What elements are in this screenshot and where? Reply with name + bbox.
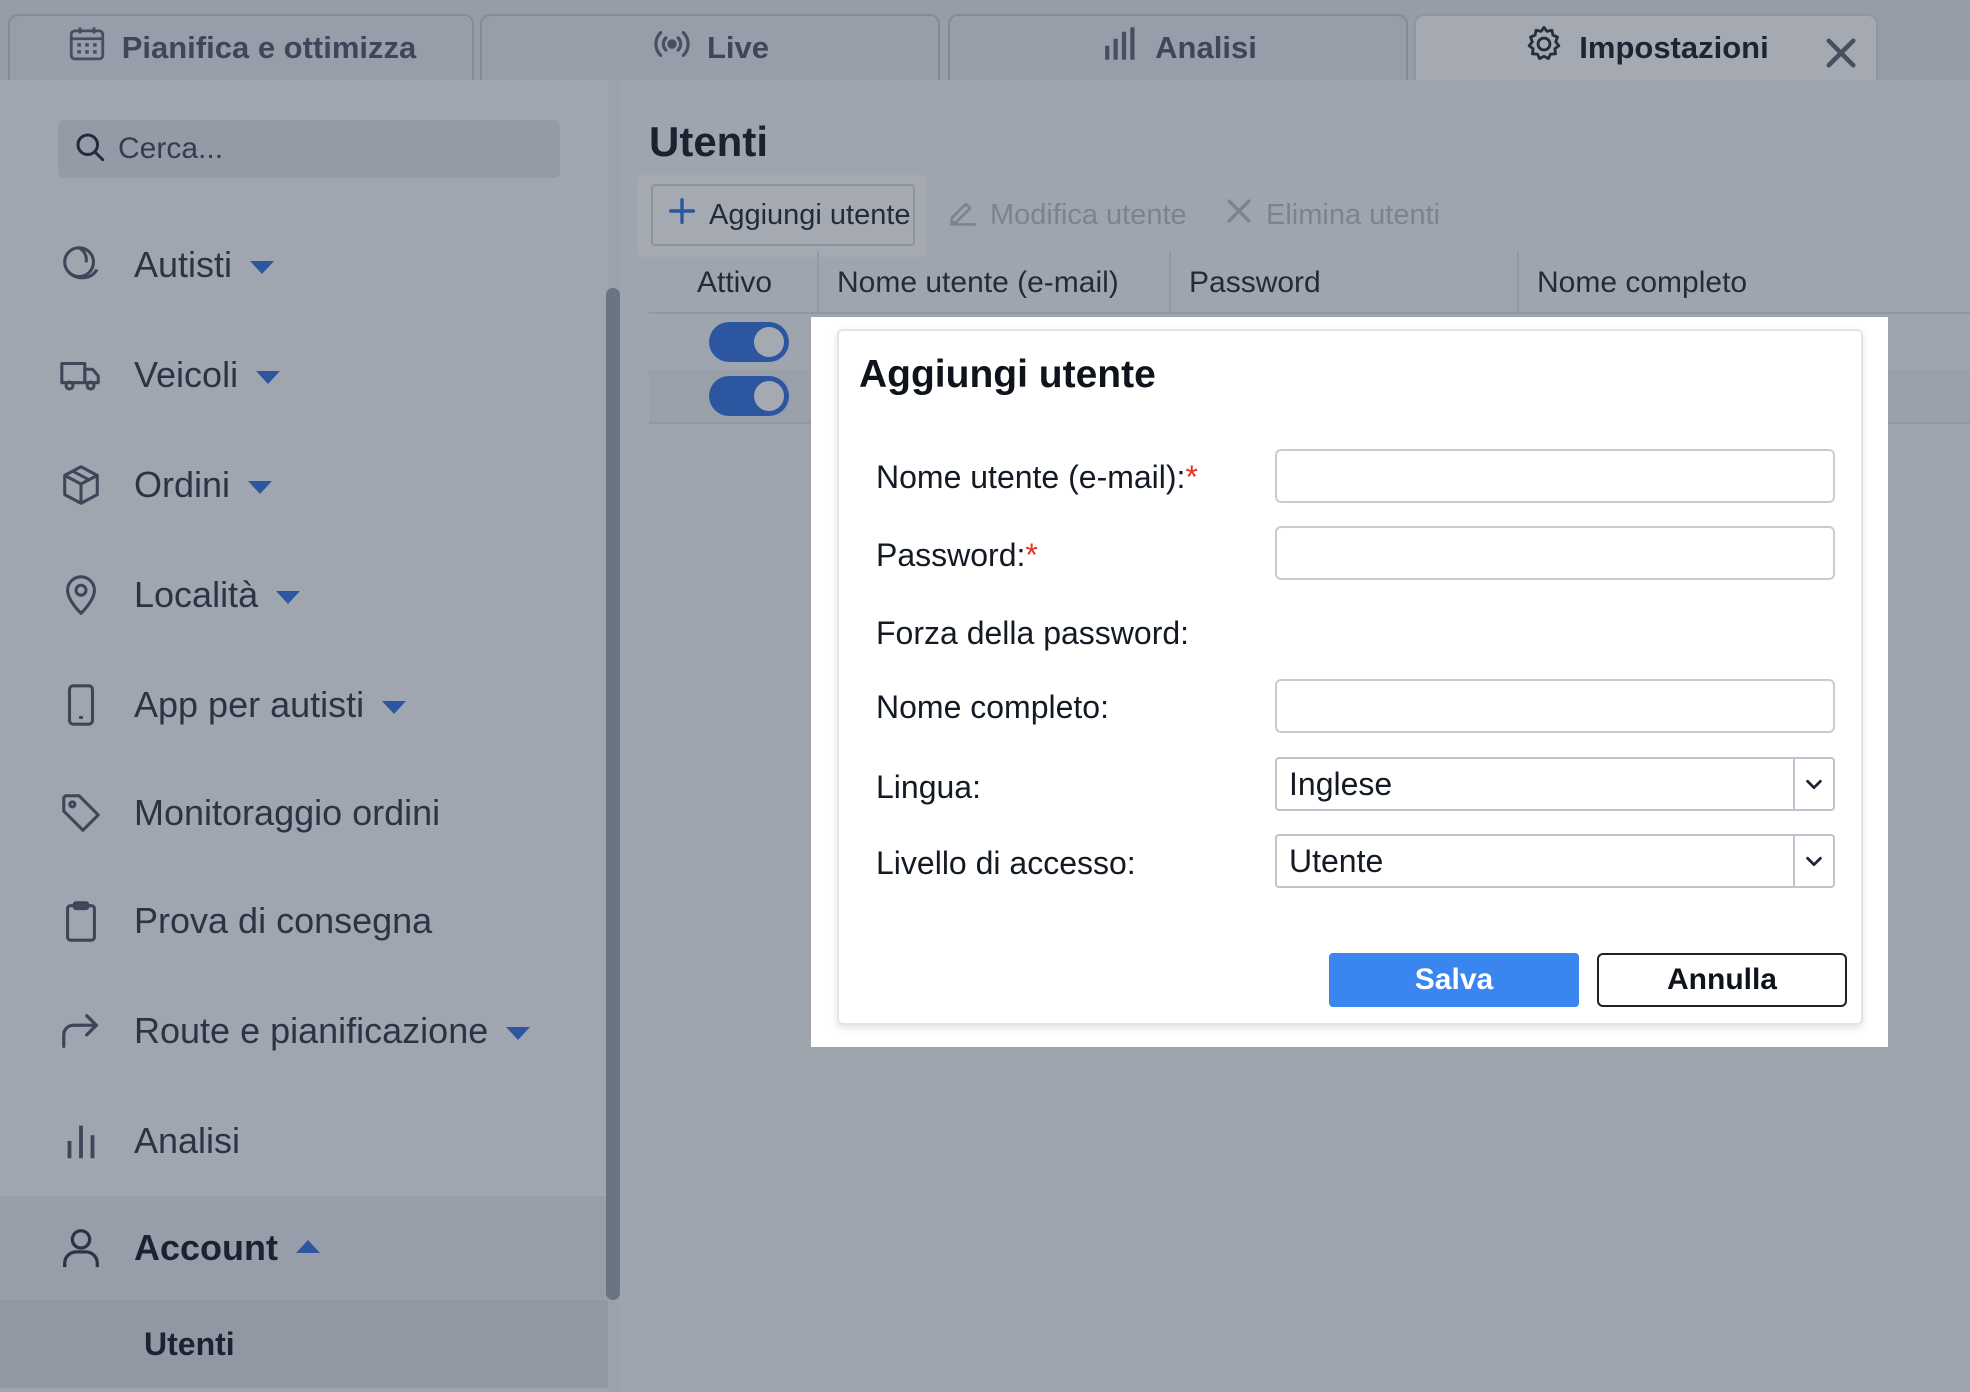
language-value: Inglese (1289, 765, 1393, 802)
required-marker: * (1185, 459, 1198, 495)
password-strength-label: Forza della password: (876, 615, 1190, 651)
password-label: Password:* (876, 537, 1038, 573)
required-marker: * (1025, 537, 1038, 573)
access-level-select[interactable]: Utente (1275, 834, 1835, 888)
cancel-button[interactable]: Annulla (1597, 953, 1847, 1007)
chevron-down-icon[interactable] (1793, 836, 1833, 886)
fullname-label: Nome completo: (876, 689, 1109, 725)
add-user-dialog: Aggiungi utente Nome utente (e-mail):* P… (837, 329, 1863, 1025)
save-button[interactable]: Salva (1329, 953, 1579, 1007)
chevron-down-icon[interactable] (1793, 759, 1833, 809)
language-select[interactable]: Inglese (1275, 757, 1835, 811)
modal-frame: Aggiungi utente Nome utente (e-mail):* P… (811, 317, 1888, 1047)
access-level-label: Livello di accesso: (876, 845, 1136, 881)
access-level-value: Utente (1289, 842, 1384, 879)
password-input[interactable] (1275, 526, 1835, 580)
username-label: Nome utente (e-mail):* (876, 459, 1198, 495)
fullname-input[interactable] (1275, 679, 1835, 733)
dialog-title: Aggiungi utente (859, 353, 1156, 396)
language-label: Lingua: (876, 769, 981, 805)
username-input[interactable] (1275, 449, 1835, 503)
